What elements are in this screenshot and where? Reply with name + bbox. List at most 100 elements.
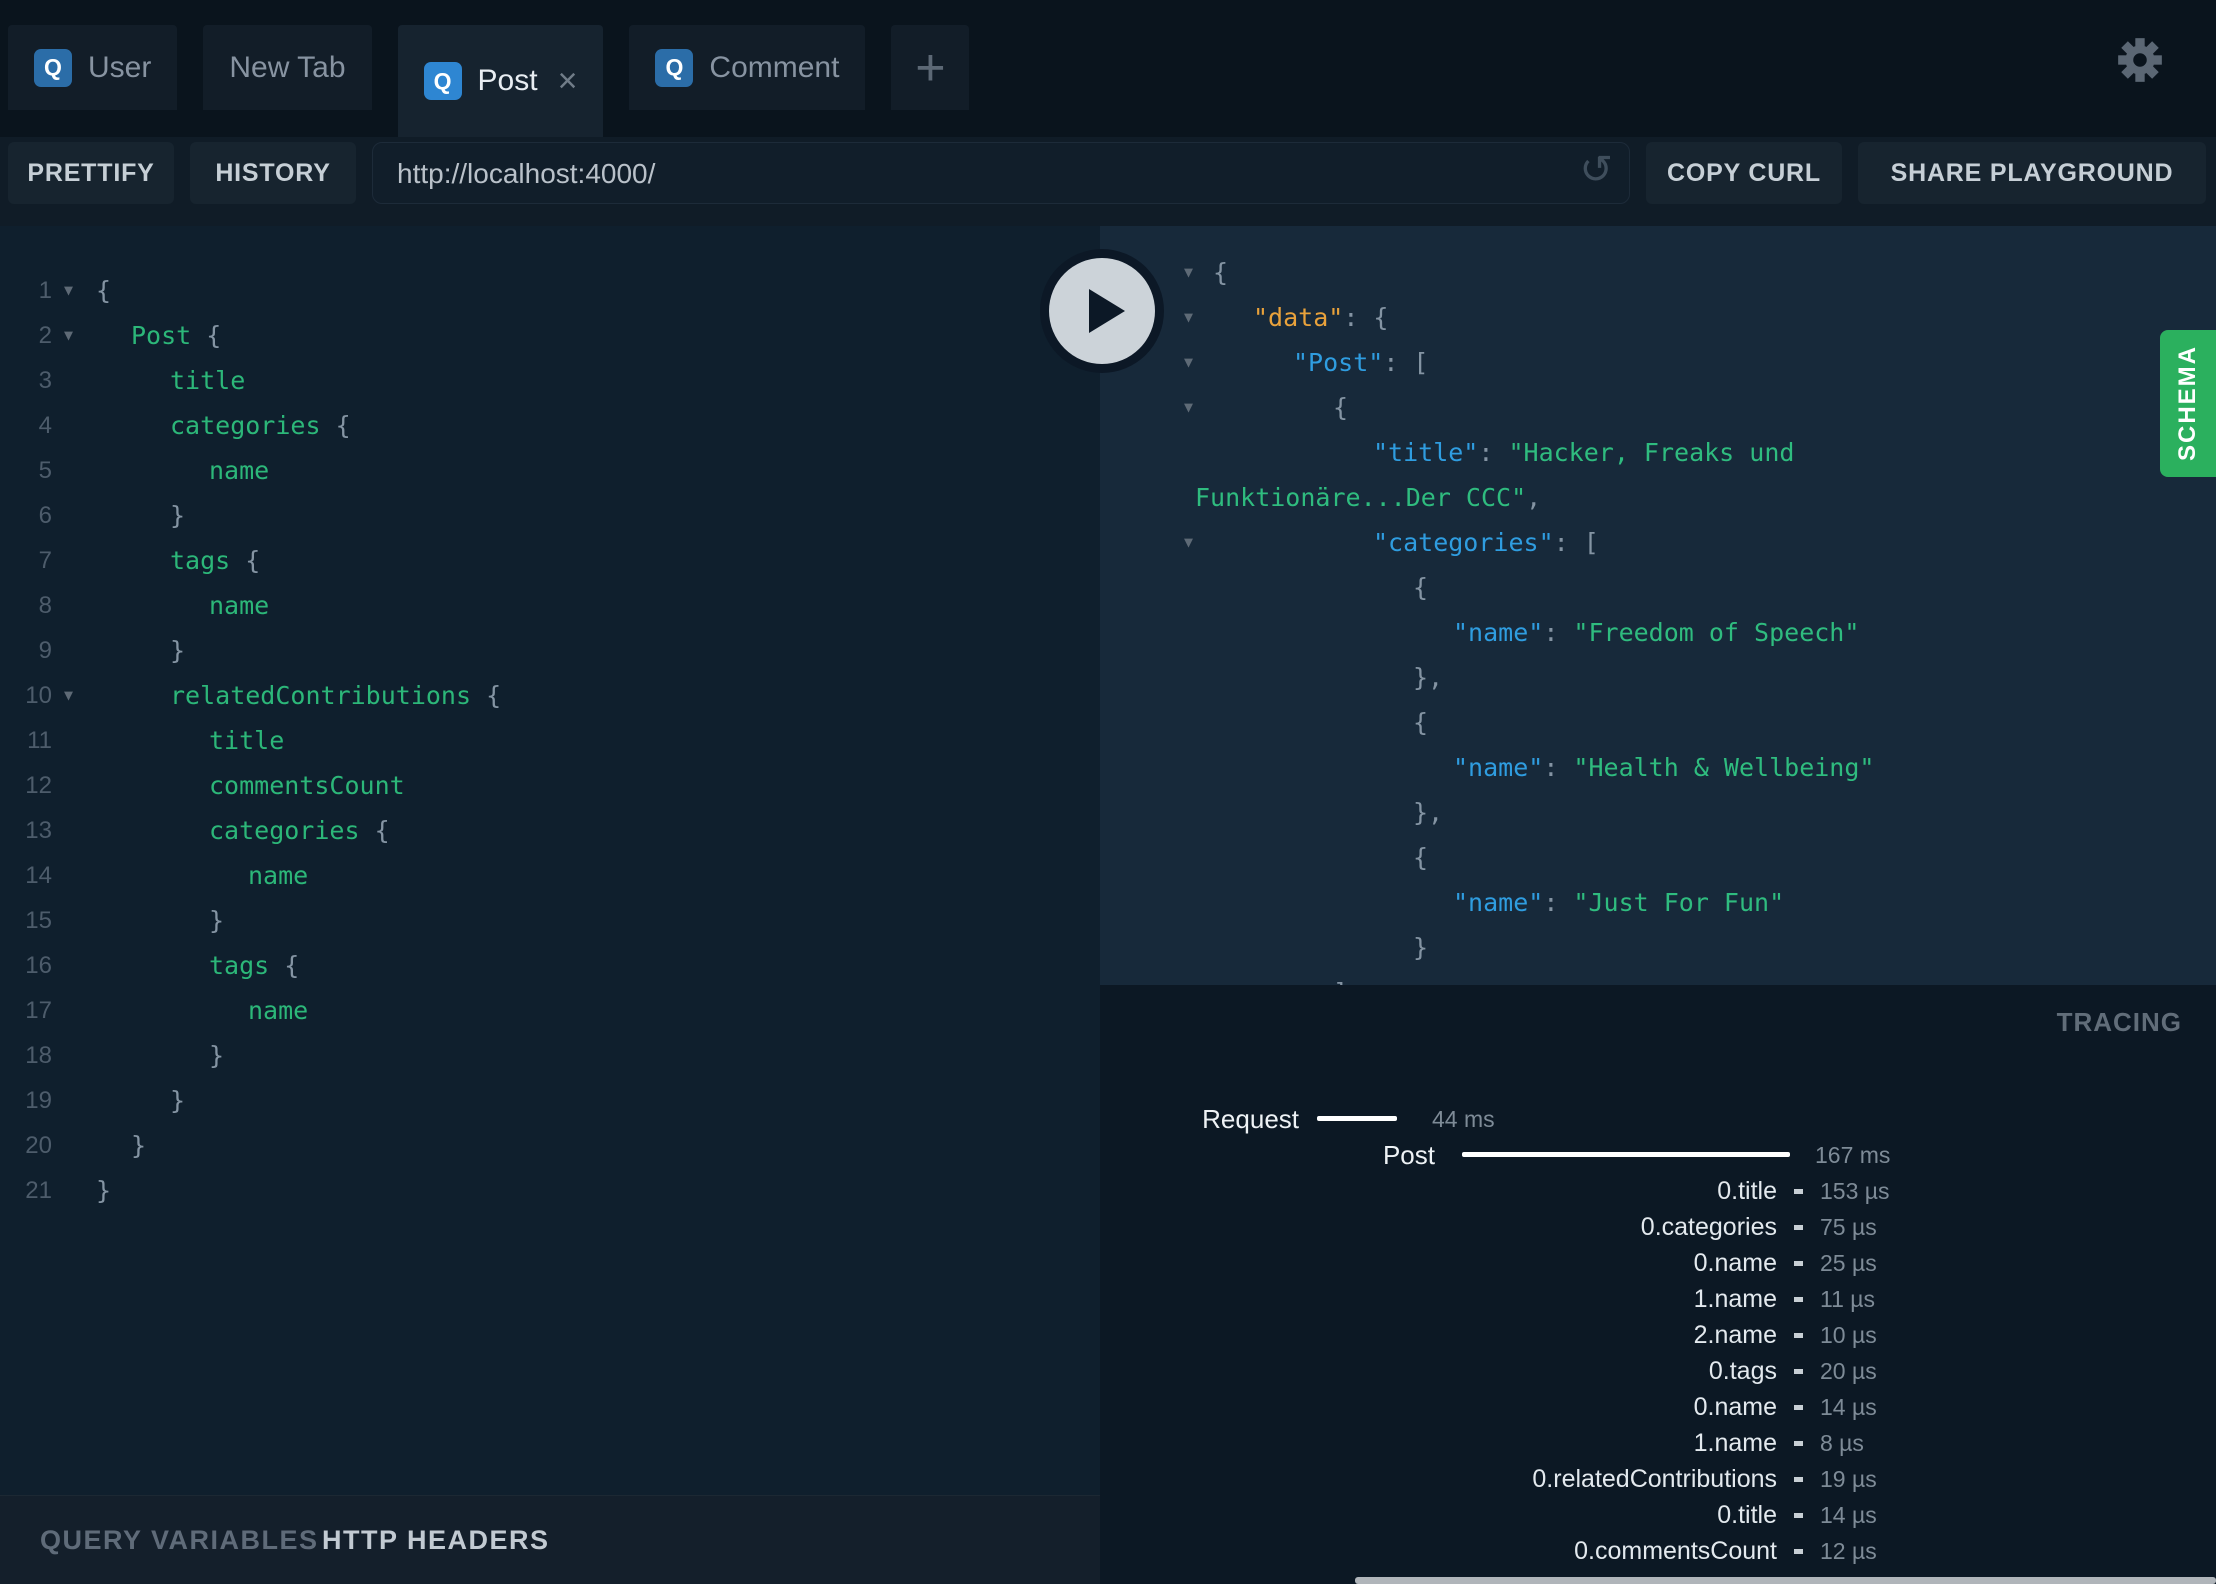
settings-gear-icon[interactable] <box>2114 34 2166 86</box>
fold-arrow-icon[interactable]: ▼ <box>1184 385 1193 430</box>
code-token: commentsCount <box>209 771 405 800</box>
code-token: ] <box>1333 978 1348 985</box>
code-text: tags { <box>209 943 299 988</box>
response-line: ▼{ <box>1100 250 2216 295</box>
tracing-field-bar <box>1794 1549 1803 1554</box>
code-text: categories { <box>170 403 351 448</box>
code-token: : { <box>1343 303 1389 332</box>
line-number: 6 <box>38 502 52 529</box>
code-token: } <box>170 501 186 530</box>
code-token: } <box>96 1176 112 1205</box>
tracing-field-row: 1.name 8 µs <box>1100 1425 2216 1461</box>
tracing-field-value: 20 µs <box>1820 1358 1877 1384</box>
tracing-field-row: 0.title 153 µs <box>1100 1173 2216 1209</box>
code-text: }, <box>1413 790 1443 835</box>
line-number: 14 <box>25 862 52 889</box>
query-editor-line: 10 ▼ relatedContributions { <box>0 673 1100 718</box>
code-token: { <box>1333 393 1349 422</box>
tracing-field-value: 25 µs <box>1820 1250 1877 1276</box>
endpoint-url-input[interactable] <box>395 143 1559 205</box>
code-token: name <box>209 456 270 485</box>
execute-query-button[interactable] <box>1040 249 1164 373</box>
line-number: 3 <box>38 367 52 394</box>
share-playground-button[interactable]: SHARE PLAYGROUND <box>1858 142 2206 204</box>
fold-arrow-icon[interactable]: ▼ <box>1184 520 1193 565</box>
response-line: } <box>1100 925 2216 970</box>
code-text: "name": "Freedom of Speech" <box>1453 610 1859 655</box>
history-button[interactable]: HISTORY <box>190 142 356 204</box>
response-lines: ▼{▼ "data": {▼ "Post": [▼{"title": "Hacker… <box>1100 226 2216 985</box>
code-token: tags <box>170 546 246 575</box>
tracing-field-label: 0.title <box>1717 1501 1777 1529</box>
response-line: Funktionäre...Der CCC", <box>1100 475 2216 520</box>
query-variables-tab[interactable]: QUERY VARIABLES <box>40 1496 319 1584</box>
code-token: "title" <box>1373 438 1479 467</box>
tab-comment[interactable]: Q Comment <box>629 25 866 110</box>
line-number: 18 <box>25 1042 52 1069</box>
close-tab-icon[interactable]: × <box>558 64 578 98</box>
code-token: }, <box>1413 798 1444 827</box>
tab-post[interactable]: Q Post × <box>397 25 604 137</box>
query-editor-lines: 1 ▼{2 ▼ Post {3 title 4 categories {5 name 6} 7 ta… <box>0 226 1100 1213</box>
code-text: tags { <box>170 538 260 583</box>
query-editor[interactable]: 1 ▼{2 ▼ Post {3 title 4 categories {5 name 6} 7 ta… <box>0 226 1100 1495</box>
code-text: Post { <box>131 313 221 358</box>
tracing-field-row: 0.tags 20 µs <box>1100 1353 2216 1389</box>
tracing-field-row: 0.commentsCount 12 µs <box>1100 1533 2216 1569</box>
query-editor-line: 15} <box>0 898 1100 943</box>
code-token: : <box>1543 618 1574 647</box>
tracing-field-row: 0.relatedContributions 19 µs <box>1100 1461 2216 1497</box>
http-headers-tab[interactable]: HTTP HEADERS <box>322 1496 550 1584</box>
tracing-field-label: 0.name <box>1693 1393 1777 1421</box>
query-badge: Q <box>423 62 462 100</box>
response-line: }, <box>1100 790 2216 835</box>
fold-arrow-icon[interactable]: ▼ <box>64 268 73 313</box>
code-token: } <box>170 1086 186 1115</box>
code-token: : [ <box>1383 348 1429 377</box>
tracing-field-bar <box>1794 1405 1803 1410</box>
code-token: "Hacker, Freaks und <box>1508 438 1795 467</box>
graphql-playground-window: Q User New Tab Q Post × Q Comment + PRETTIFY HIS… <box>0 0 2216 1584</box>
response-pane: ▼{▼ "data": {▼ "Post": [▼{"title": "Hacker… <box>1100 226 2216 985</box>
new-tab-button[interactable]: + <box>891 25 970 110</box>
line-number: 2 <box>38 322 52 349</box>
schema-side-tab[interactable]: SCHEMA <box>2160 330 2216 477</box>
bottom-bar: QUERY VARIABLES HTTP HEADERS <box>0 1495 1100 1584</box>
fold-arrow-icon[interactable]: ▼ <box>1184 340 1193 385</box>
query-editor-line: 13 categories { <box>0 808 1100 853</box>
tab-new-tab[interactable]: New Tab <box>203 25 372 110</box>
line-number: 17 <box>25 997 52 1024</box>
code-token: title <box>209 726 285 755</box>
schema-side-tab-label: SCHEMA <box>2174 345 2201 462</box>
tracing-field-row: 0.name 14 µs <box>1100 1389 2216 1425</box>
fold-arrow-icon[interactable]: ▼ <box>64 673 73 718</box>
code-text: } <box>209 1033 224 1078</box>
fold-arrow-icon[interactable]: ▼ <box>64 313 73 358</box>
line-number: 19 <box>25 1087 52 1114</box>
code-token: categories <box>170 411 336 440</box>
code-text: commentsCount <box>209 763 405 808</box>
response-line: "name": "Just For Fun" <box>1100 880 2216 925</box>
prettify-button[interactable]: PRETTIFY <box>8 142 174 204</box>
tracing-field-bar <box>1794 1261 1803 1266</box>
code-token: } <box>170 636 186 665</box>
tracing-horizontal-scrollbar[interactable] <box>1355 1577 2216 1584</box>
line-number: 8 <box>38 592 52 619</box>
code-token: { <box>96 276 112 305</box>
fold-arrow-icon[interactable]: ▼ <box>1184 250 1193 295</box>
tracing-field-bar <box>1794 1297 1803 1302</box>
tab-user[interactable]: Q User <box>8 25 178 110</box>
response-line: ▼ "Post": [ <box>1100 340 2216 385</box>
copy-curl-button[interactable]: COPY CURL <box>1646 142 1842 204</box>
tracing-field-value: 14 µs <box>1820 1502 1877 1528</box>
fold-arrow-icon[interactable]: ▼ <box>1184 295 1193 340</box>
query-editor-line: 7 tags { <box>0 538 1100 583</box>
tracing-field-bar <box>1794 1225 1803 1230</box>
response-line: ] <box>1100 970 2216 985</box>
reload-schema-icon[interactable]: ↺ <box>1579 147 1613 193</box>
query-editor-line: 2 ▼ Post { <box>0 313 1100 358</box>
code-text: relatedContributions { <box>170 673 501 718</box>
code-text: name <box>248 853 308 898</box>
tracing-field-row: 1.name 11 µs <box>1100 1281 2216 1317</box>
tracing-field-label: 2.name <box>1693 1321 1777 1349</box>
